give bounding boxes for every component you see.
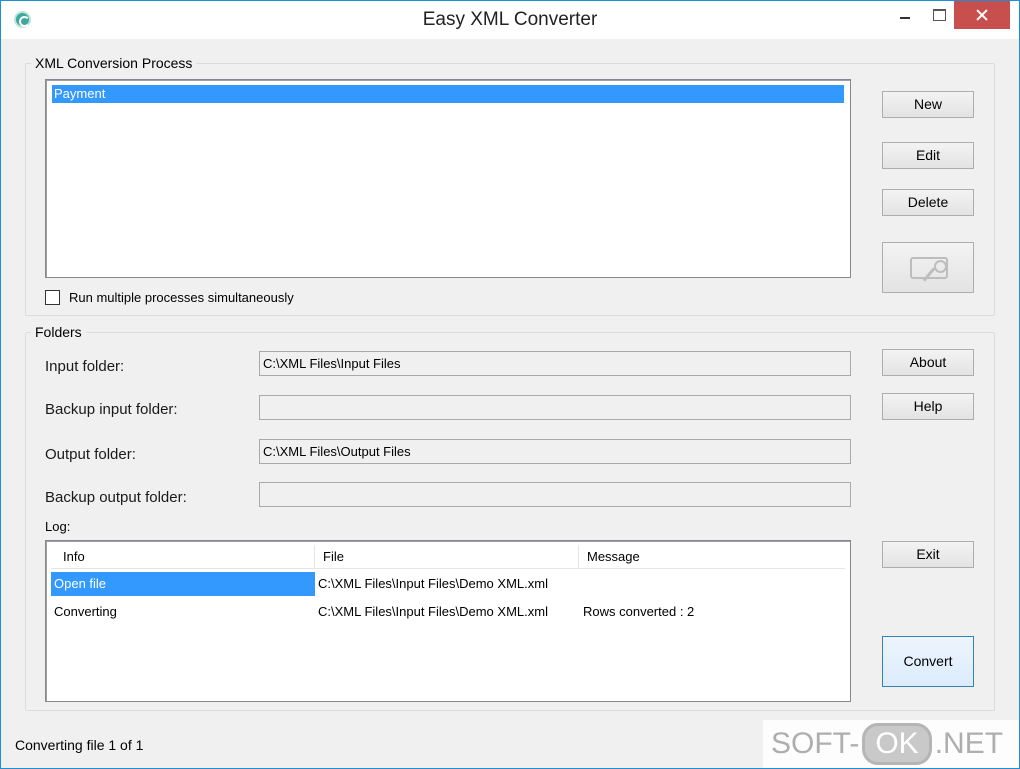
output-folder-label: Output folder: (45, 446, 136, 463)
status-text: Converting file 1 of 1 (15, 737, 144, 753)
maximize-button[interactable] (918, 1, 958, 29)
watermark-text-3: .NET (934, 727, 1004, 760)
input-folder-label: Input folder: (45, 358, 125, 375)
process-list-item[interactable]: Payment (52, 85, 844, 103)
log-cell-file: C:\XML Files\Input Files\Demo XML.xml (318, 604, 548, 619)
new-button[interactable]: New (882, 91, 974, 118)
log-header: Info File Message (51, 545, 845, 569)
backup-input-folder-field[interactable] (259, 395, 851, 420)
log-label: Log: (45, 519, 71, 534)
help-button-label: Help (913, 398, 943, 414)
title-bar[interactable]: Easy XML Converter (1, 1, 1019, 39)
help-button[interactable]: Help (882, 393, 974, 420)
watermark-text-1: SOFT- (771, 727, 860, 760)
process-group-label: XML Conversion Process (31, 55, 197, 71)
log-cell-info: Converting (54, 604, 117, 619)
exit-button-label: Exit (916, 546, 940, 562)
log-column-info[interactable]: Info (51, 545, 315, 568)
run-multiple-row[interactable]: Run multiple processes simultaneously (45, 288, 294, 306)
log-cell-message: Rows converted : 2 (583, 604, 695, 619)
log-cell-message (579, 572, 845, 596)
window-title: Easy XML Converter (422, 9, 598, 30)
close-button[interactable] (954, 1, 1010, 29)
folders-group-label: Folders (31, 324, 86, 340)
backup-input-folder-label: Backup input folder: (45, 401, 178, 418)
watermark-text-2: OK (862, 723, 932, 765)
about-button-label: About (909, 354, 947, 370)
run-multiple-checkbox[interactable] (45, 289, 60, 305)
app-window: Easy XML Converter XML Conversion Proces… (0, 0, 1020, 769)
input-folder-field[interactable]: C:\XML Files\Input Files (259, 351, 851, 376)
log-cell-file: C:\XML Files\Input Files\Demo XML.xml (318, 576, 548, 591)
delete-button-label: Delete (907, 194, 949, 210)
backup-output-folder-label: Backup output folder: (45, 489, 187, 506)
edit-button-label: Edit (915, 147, 941, 163)
watermark: SOFT- OK .NET (763, 720, 1019, 768)
log-table[interactable]: Info File Message Open file C:\XML Files… (45, 540, 851, 702)
exit-button[interactable]: Exit (882, 541, 974, 568)
convert-button[interactable]: Convert (882, 636, 974, 687)
settings-tool-button[interactable] (882, 242, 974, 293)
log-row[interactable]: Open file C:\XML Files\Input Files\Demo … (51, 572, 845, 596)
backup-output-folder-field[interactable] (259, 482, 851, 507)
log-row[interactable]: Converting C:\XML Files\Input Files\Demo… (51, 600, 845, 624)
log-cell-info: Open file (51, 572, 315, 596)
output-folder-field[interactable]: C:\XML Files\Output Files (259, 439, 851, 464)
convert-button-label: Convert (903, 653, 953, 669)
new-button-label: New (913, 96, 942, 112)
edit-button[interactable]: Edit (882, 142, 974, 169)
process-list[interactable]: Payment (45, 79, 851, 278)
log-column-message[interactable]: Message (579, 545, 845, 568)
log-column-file[interactable]: File (315, 545, 579, 568)
delete-button[interactable]: Delete (882, 189, 974, 216)
run-multiple-label: Run multiple processes simultaneously (69, 289, 294, 305)
about-button[interactable]: About (882, 349, 974, 376)
